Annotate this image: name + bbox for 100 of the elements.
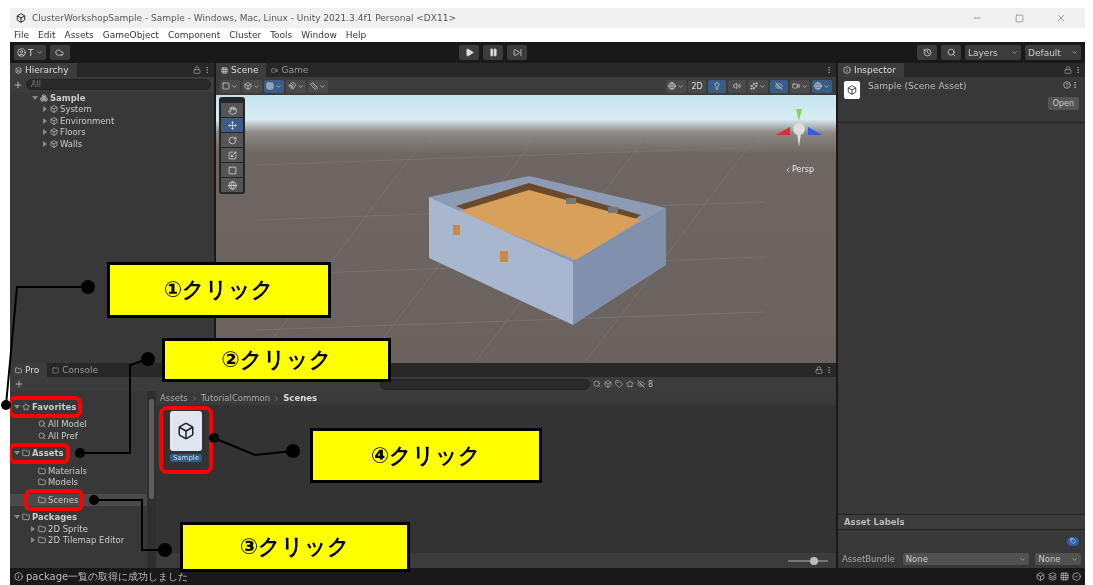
search-field[interactable]: All bbox=[26, 79, 211, 90]
help-icon[interactable] bbox=[1063, 81, 1071, 89]
scene-toolbar-button[interactable] bbox=[308, 79, 328, 93]
menu-item[interactable]: Cluster bbox=[229, 30, 262, 40]
projection-label[interactable]: Persp bbox=[792, 165, 814, 174]
more-icon[interactable] bbox=[1074, 66, 1082, 74]
more-icon[interactable] bbox=[1071, 81, 1079, 89]
history-button[interactable] bbox=[917, 45, 937, 60]
panel-tab[interactable]: Pro bbox=[10, 363, 48, 377]
account-dropdown[interactable]: T bbox=[14, 45, 46, 60]
scene-toolbar-button[interactable] bbox=[812, 79, 832, 93]
transform-tool-button[interactable] bbox=[221, 178, 243, 192]
expanded-arrow-icon[interactable] bbox=[14, 514, 20, 521]
expanded-arrow-icon[interactable] bbox=[32, 94, 38, 101]
asset-bundle-dropdown[interactable]: None bbox=[902, 553, 1030, 565]
more-icon[interactable] bbox=[825, 66, 833, 74]
collapsed-arrow-icon[interactable] bbox=[30, 537, 36, 544]
collapsed-arrow-icon[interactable] bbox=[30, 525, 36, 532]
scale-tool-button[interactable] bbox=[221, 148, 243, 162]
star-icon[interactable] bbox=[626, 380, 634, 388]
add-icon[interactable] bbox=[13, 79, 23, 90]
tree-item[interactable]: Assets bbox=[14, 447, 64, 459]
tree-item[interactable]: Models bbox=[30, 476, 78, 488]
scene-toolbar-button[interactable] bbox=[286, 79, 306, 93]
magnet-icon bbox=[288, 82, 296, 90]
scrollbar-thumb[interactable] bbox=[149, 399, 154, 499]
menu-item[interactable]: GameObject bbox=[102, 30, 159, 40]
breadcrumb-link[interactable]: Scenes bbox=[283, 393, 318, 403]
move-tool-button[interactable] bbox=[221, 118, 243, 132]
cloud-button[interactable] bbox=[49, 45, 70, 60]
hand-tool-button[interactable] bbox=[221, 103, 243, 117]
layers-icon[interactable] bbox=[1048, 572, 1057, 581]
hierarchy-tab[interactable]: Hierarchy bbox=[10, 63, 77, 77]
lock-icon[interactable] bbox=[815, 366, 823, 374]
menu-item[interactable]: Assets bbox=[64, 30, 94, 40]
view-tab[interactable]: Game bbox=[266, 63, 317, 77]
collapsed-arrow-icon[interactable] bbox=[42, 106, 48, 113]
menu-item[interactable]: Window bbox=[301, 30, 337, 40]
inspector-tab[interactable]: Inspector bbox=[838, 63, 904, 77]
eye-off-icon[interactable] bbox=[637, 380, 645, 388]
scene-toolbar-button[interactable] bbox=[264, 79, 284, 93]
tree-item[interactable]: 2D Sprite bbox=[30, 523, 88, 535]
scrollbar[interactable] bbox=[147, 391, 156, 568]
play-button[interactable] bbox=[459, 45, 480, 60]
menu-item[interactable]: Edit bbox=[38, 30, 56, 40]
tree-item[interactable]: Materials bbox=[30, 465, 87, 477]
scene-toolbar-button[interactable] bbox=[748, 79, 768, 93]
scene-toolbar-button[interactable] bbox=[666, 79, 686, 93]
slider-thumb[interactable] bbox=[810, 556, 819, 565]
tag-button[interactable] bbox=[1067, 536, 1079, 546]
tree-item[interactable]: Packages bbox=[14, 511, 78, 523]
menu-item[interactable]: File bbox=[14, 30, 30, 40]
grid-icon[interactable] bbox=[1060, 572, 1069, 581]
more-icon[interactable] bbox=[825, 366, 833, 374]
variant-dropdown[interactable]: None bbox=[1035, 553, 1081, 565]
tag-icon[interactable] bbox=[615, 380, 623, 388]
panel-tab[interactable]: Console bbox=[47, 363, 106, 377]
tree-item[interactable]: Scenes bbox=[30, 494, 79, 506]
search-button[interactable] bbox=[941, 45, 961, 60]
tree-item[interactable]: Favorites bbox=[14, 401, 77, 413]
menu-item[interactable]: Help bbox=[345, 30, 367, 40]
tree-item[interactable]: 2D Tilemap Editor bbox=[30, 534, 125, 546]
scene-toolbar-button[interactable] bbox=[770, 79, 788, 93]
rect-tool-button[interactable] bbox=[221, 163, 243, 177]
pause-button[interactable] bbox=[483, 45, 504, 60]
tree-item[interactable]: Floors bbox=[42, 126, 86, 138]
tree-item[interactable]: Sample bbox=[32, 92, 86, 104]
rotate-tool-button[interactable] bbox=[221, 133, 243, 147]
tree-item[interactable]: Walls bbox=[42, 138, 83, 150]
collapsed-arrow-icon[interactable] bbox=[42, 117, 48, 124]
scene-toolbar-button[interactable] bbox=[790, 79, 810, 93]
scene-toolbar-button[interactable] bbox=[220, 79, 240, 93]
search-field[interactable] bbox=[380, 378, 590, 390]
callout-label: ③クリック bbox=[180, 522, 410, 572]
scene-toolbar-button[interactable] bbox=[728, 79, 746, 93]
expanded-arrow-icon[interactable] bbox=[14, 450, 20, 457]
open-button[interactable]: Open bbox=[1047, 97, 1079, 110]
collapsed-arrow-icon[interactable] bbox=[42, 129, 48, 136]
view-tab[interactable]: Scene bbox=[216, 63, 267, 77]
layers-dropdown[interactable]: Layers bbox=[965, 45, 1021, 60]
tree-item[interactable]: Environment bbox=[42, 115, 115, 127]
breadcrumb-link[interactable]: TutorialCommon bbox=[200, 393, 271, 403]
scene-toolbar-button[interactable] bbox=[242, 79, 262, 93]
add-icon[interactable] bbox=[14, 379, 24, 389]
expanded-arrow-icon[interactable] bbox=[14, 403, 20, 410]
breadcrumb-link[interactable]: Assets bbox=[160, 393, 188, 403]
menu-item[interactable]: Component bbox=[167, 30, 221, 40]
mode-2d-button[interactable]: 2D bbox=[688, 79, 706, 93]
layout-dropdown[interactable]: Default bbox=[1025, 45, 1081, 60]
tree-item[interactable]: All Pref bbox=[30, 430, 78, 442]
tree-item[interactable]: System bbox=[42, 103, 92, 115]
collapsed-arrow-icon[interactable] bbox=[42, 140, 48, 147]
menu-item[interactable]: Tools bbox=[270, 30, 293, 40]
lock-icon[interactable] bbox=[1064, 66, 1072, 74]
check-icon[interactable] bbox=[1072, 572, 1081, 581]
tree-item[interactable]: All Model bbox=[30, 418, 87, 430]
step-button[interactable] bbox=[507, 45, 528, 60]
scene-toolbar-button[interactable] bbox=[708, 79, 726, 93]
lock-icon[interactable] bbox=[193, 66, 201, 74]
more-icon[interactable] bbox=[203, 66, 211, 74]
